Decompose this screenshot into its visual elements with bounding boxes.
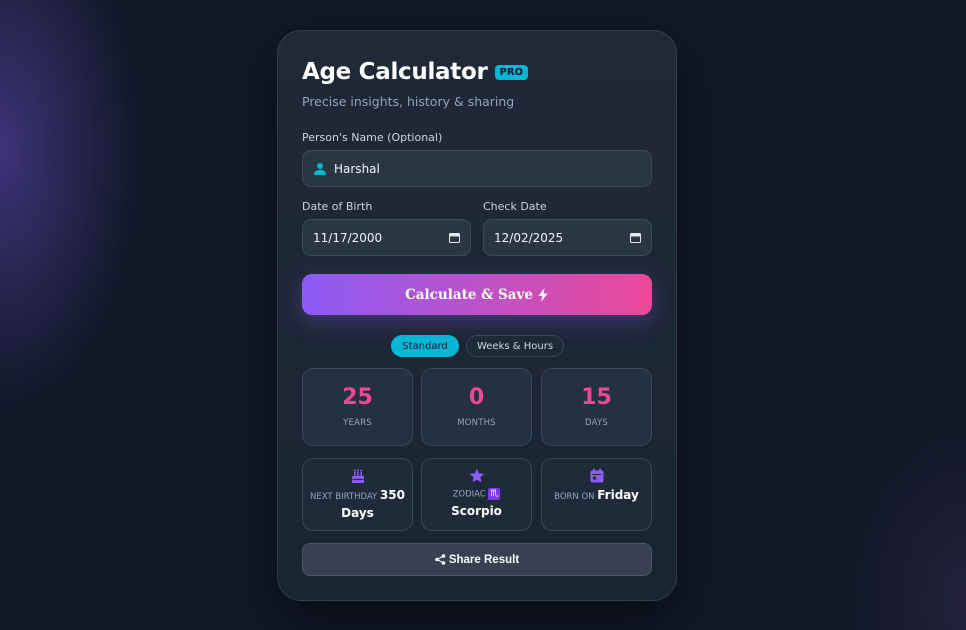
zodiac-value: Scorpio <box>451 504 502 518</box>
share-icon <box>435 554 446 565</box>
page-subtitle: Precise insights, history & sharing <box>302 94 515 109</box>
share-result-label: Share Result <box>448 553 520 566</box>
star-icon <box>469 468 484 483</box>
months-value: 0 <box>468 385 485 410</box>
days-value: 15 <box>581 385 612 410</box>
age-calculator-card: Age Calculator PRO Precise insights, his… <box>277 30 677 601</box>
check-date-label: Check Date <box>483 200 547 213</box>
zodiac-card: ZODIAC ♏ Scorpio <box>421 458 532 531</box>
next-birthday-unit: Days <box>341 506 374 520</box>
dob-label: Date of Birth <box>302 200 373 213</box>
calendar-picker-icon[interactable] <box>449 232 460 243</box>
calendar-icon <box>590 468 603 483</box>
next-birthday-line: NEXT BIRTHDAY 350 <box>310 488 405 502</box>
years-unit: YEARS <box>343 418 372 428</box>
title-row: Age Calculator PRO <box>302 59 529 85</box>
check-date-field[interactable]: 12/02/2025 <box>483 219 652 256</box>
lightning-bolt-icon <box>538 287 548 302</box>
years-value: 25 <box>342 385 373 410</box>
dob-value: 11/17/2000 <box>313 230 383 245</box>
years-stat: 25 YEARS <box>302 368 413 446</box>
page-title: Age Calculator <box>302 59 488 85</box>
share-result-button[interactable]: Share Result <box>302 543 652 576</box>
pro-badge: PRO <box>494 64 529 80</box>
tab-weeks-hours[interactable]: Weeks & Hours <box>466 335 564 357</box>
zodiac-line: ZODIAC ♏ <box>453 488 501 500</box>
name-value: Harshal <box>334 161 380 176</box>
name-label: Person's Name (Optional) <box>302 131 443 144</box>
next-birthday-number: 350 <box>379 488 405 502</box>
scorpio-symbol-icon: ♏ <box>488 488 501 500</box>
days-unit: DAYS <box>585 418 608 428</box>
months-stat: 0 MONTHS <box>421 368 532 446</box>
next-birthday-card: NEXT BIRTHDAY 350 Days <box>302 458 413 531</box>
born-on-label: BORN ON <box>554 492 595 502</box>
days-stat: 15 DAYS <box>541 368 652 446</box>
zodiac-label: ZODIAC <box>452 489 486 500</box>
check-date-value: 12/02/2025 <box>494 230 564 245</box>
calculate-save-label: Calculate & Save <box>405 286 533 303</box>
birthday-cake-icon <box>351 469 364 483</box>
born-on-line: BORN ON Friday <box>554 488 639 502</box>
name-field[interactable]: Harshal <box>302 150 652 187</box>
person-icon <box>314 162 326 175</box>
born-on-card: BORN ON Friday <box>541 458 652 531</box>
tab-standard[interactable]: Standard <box>391 335 459 357</box>
next-birthday-label: NEXT BIRTHDAY <box>309 492 378 502</box>
calendar-picker-icon[interactable] <box>630 232 641 243</box>
calculate-save-button[interactable]: Calculate & Save <box>302 274 652 315</box>
dob-field[interactable]: 11/17/2000 <box>302 219 471 256</box>
born-on-value: Friday <box>597 488 639 502</box>
months-unit: MONTHS <box>457 418 496 428</box>
